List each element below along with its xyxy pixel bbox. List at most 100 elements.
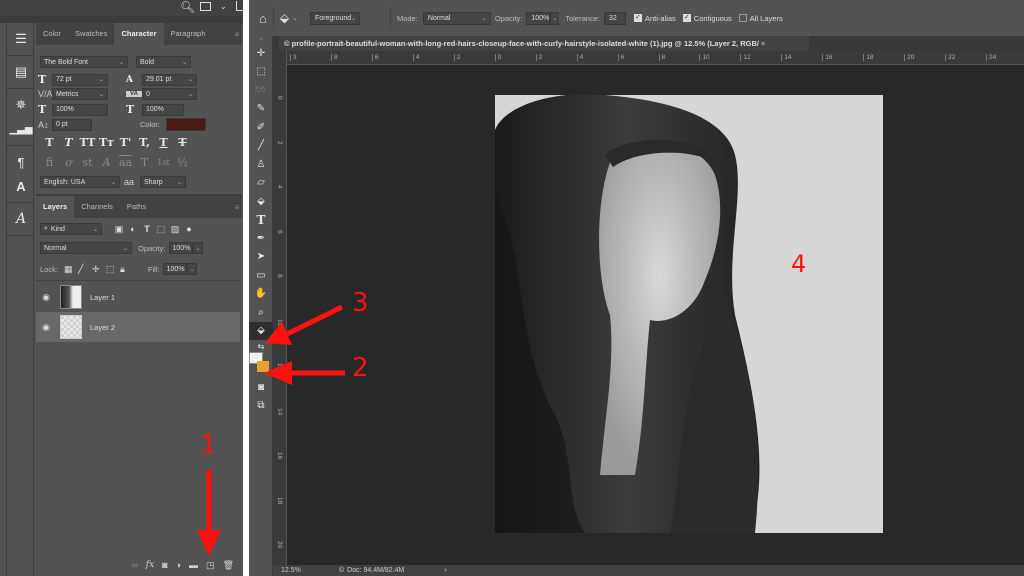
language-select[interactable]: English: USA ⌄ [40, 176, 120, 188]
panel-menu-icon[interactable]: ≡ [232, 23, 242, 45]
foreground-background-colors[interactable] [249, 352, 273, 374]
move-tool[interactable]: ✛ [249, 44, 273, 63]
lasso-tool[interactable]: ➿ [249, 81, 273, 100]
home-icon[interactable]: ⌂ [259, 11, 267, 26]
layer-row-layer-2[interactable]: ◉ Layer 2 [36, 312, 240, 342]
hand-tool[interactable]: ✋ [249, 285, 273, 304]
quick-mask-icon[interactable]: ◙ [249, 378, 273, 397]
lock-position-icon[interactable]: ✛ [92, 264, 106, 275]
lock-artboard-icon[interactable]: ⬚ [106, 264, 120, 275]
swash-button[interactable]: A [97, 156, 116, 169]
tab-channels[interactable]: Channels [74, 196, 120, 218]
horizontal-scale-field[interactable]: 100% [142, 103, 184, 116]
contiguous-checkbox[interactable]: ✓ Contiguous [682, 14, 732, 23]
panel-menu-icon[interactable]: ≡ [232, 196, 242, 218]
tab-color[interactable]: Color [36, 23, 68, 45]
anti-alias-checkbox[interactable]: ✓ Anti-alias [633, 14, 676, 23]
layer-fill-field[interactable]: 100% [162, 263, 187, 275]
text-color-swatch[interactable] [166, 118, 206, 131]
strikethrough-button[interactable]: T [173, 136, 192, 149]
tracking-select[interactable]: 0 ⌄ [142, 88, 197, 100]
zoom-tool[interactable]: ⌕ [249, 303, 273, 322]
character-styles-icon[interactable]: A [7, 174, 35, 198]
tab-paragraph[interactable]: Paragraph [164, 23, 213, 45]
fill-slider-toggle[interactable]: ⌄ [186, 263, 197, 275]
stylistic-alternates-button[interactable]: aa [116, 156, 135, 169]
filter-adjustment-icon[interactable]: ◐ [126, 224, 140, 234]
discretionary-ligatures-button[interactable]: ơ [59, 156, 78, 169]
canvas-document[interactable] [495, 95, 883, 533]
delete-layer-icon[interactable]: 🗑︎ [223, 560, 234, 571]
tab-paths[interactable]: Paths [120, 196, 153, 218]
blend-mode-select[interactable]: Normal ⌄ [40, 242, 132, 254]
toolbar-collapse-icon[interactable]: » [249, 36, 273, 44]
eyedropper-tool[interactable]: ✐ [249, 118, 273, 137]
superscript-button[interactable]: T' [116, 136, 135, 149]
chevron-down-icon[interactable]: ⌄ [220, 2, 227, 11]
layer-opacity-field[interactable]: 100% [168, 242, 193, 254]
ordinals-button[interactable]: 1st [154, 158, 173, 167]
new-group-icon[interactable]: ▬ [189, 560, 198, 570]
visibility-eye-icon[interactable]: ◉ [36, 322, 56, 333]
titling-alternates-button[interactable]: T [135, 156, 154, 169]
filter-smart-object-icon[interactable]: ▨ [168, 224, 182, 235]
search-icon[interactable]: 🔍︎ [180, 0, 195, 14]
background-color-swatch[interactable] [257, 361, 269, 372]
all-layers-checkbox[interactable]: All Layers [738, 14, 783, 23]
workspace-icon[interactable] [200, 2, 211, 11]
mode-select[interactable]: Normal ⌄ [422, 11, 491, 25]
screen-mode-icon[interactable]: ⧉ [249, 397, 273, 416]
chevron-down-icon[interactable]: ⌄ [292, 14, 298, 22]
tab-character[interactable]: Character [114, 23, 164, 45]
faux-italic-button[interactable]: T [59, 136, 78, 149]
fill-source-select[interactable]: Foreground ⌄ [309, 11, 360, 25]
font-style-select[interactable]: Bold ⌄ [136, 56, 191, 68]
tolerance-field[interactable]: 32 [603, 11, 626, 25]
opacity-field[interactable]: 100% [526, 11, 551, 25]
vertical-scale-field[interactable]: 100% [52, 103, 108, 116]
lock-all-icon[interactable]: 🔒︎ [120, 264, 134, 275]
add-mask-icon[interactable]: ◙ [162, 560, 167, 570]
link-layers-icon[interactable]: ∞ [131, 560, 137, 570]
filter-toggle-icon[interactable]: ● [182, 224, 196, 234]
visibility-eye-icon[interactable]: ◉ [36, 292, 56, 303]
clone-stamp-tool[interactable]: ♙ [249, 155, 273, 174]
marquee-tool[interactable]: ⬚ [249, 63, 273, 82]
pen-tool[interactable]: ✒ [249, 229, 273, 248]
panel-collapse-strip[interactable] [0, 16, 247, 23]
properties-icon[interactable]: ▤ [7, 60, 35, 84]
layer-name[interactable]: Layer 2 [90, 323, 115, 332]
zoom-level[interactable]: 12.5% [281, 567, 321, 574]
small-caps-button[interactable]: Tт [97, 136, 116, 149]
swap-colors-icon[interactable]: ⇆ [249, 340, 273, 352]
paragraph-styles-icon[interactable]: ¶ [7, 150, 35, 174]
new-layer-button[interactable]: ◳ [206, 560, 215, 571]
status-menu-arrow-icon[interactable]: › [444, 567, 446, 574]
subscript-button[interactable]: T, [135, 136, 154, 149]
all-caps-button[interactable]: TT [78, 136, 97, 149]
filter-type-icon[interactable]: T [140, 224, 154, 234]
paint-bucket-preset-icon[interactable]: ⬙ [280, 11, 289, 25]
font-family-select[interactable]: The Bold Font ⌄ [40, 56, 128, 68]
paint-bucket-tool[interactable]: ⬙ [249, 321, 273, 340]
opacity-slider-toggle[interactable]: ⌄ [550, 11, 560, 25]
document-tab[interactable]: © profile-portrait-beautiful-woman-with-… [279, 36, 809, 51]
adjustment-layer-icon[interactable]: ◑ [176, 560, 181, 570]
brush-tool[interactable]: ╱ [249, 137, 273, 156]
glyphs-icon[interactable]: A [7, 207, 35, 231]
layer-filter-kind-select[interactable]: ⌕ Kind ⌄ [40, 223, 102, 235]
quick-selection-tool[interactable]: ✎ [249, 100, 273, 119]
baseline-shift-field[interactable]: 0 pt [52, 118, 92, 131]
adjustments-icon[interactable]: ✵ [7, 93, 35, 117]
lock-transparent-pixels-icon[interactable]: ▦ [64, 264, 78, 275]
type-tool[interactable]: T [249, 211, 273, 230]
faux-bold-button[interactable]: T [40, 136, 59, 149]
ligatures-button[interactable]: fi [40, 156, 59, 169]
fractions-button[interactable]: ½ [173, 156, 192, 169]
filter-pixel-icon[interactable]: ▣ [112, 224, 126, 235]
kerning-select[interactable]: Metrics ⌄ [52, 88, 108, 100]
history-icon[interactable]: ☰ [7, 27, 35, 51]
font-size-field[interactable]: 72 pt ⌄ [52, 73, 108, 86]
eraser-tool[interactable]: ▱ [249, 174, 273, 193]
leading-field[interactable]: 29.01 pt ⌄ [142, 73, 197, 86]
